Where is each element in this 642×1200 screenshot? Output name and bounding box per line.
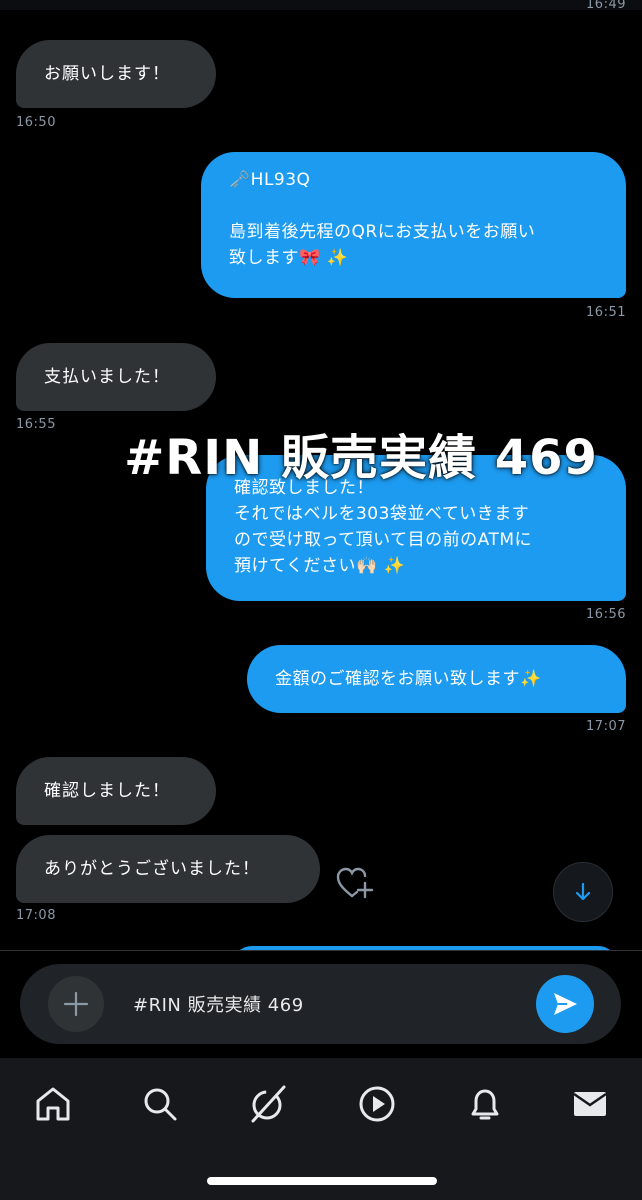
add-media-button[interactable] [48, 976, 104, 1032]
message-line: ので受け取って頂いて目の前のATMに [234, 527, 598, 553]
message-time: 17:08 [16, 908, 56, 923]
outgoing-message[interactable]: 金額のご確認をお願い致します✨ [247, 645, 626, 713]
grok-icon [251, 1085, 286, 1123]
message-text: 支払いました！ [44, 367, 170, 387]
scroll-to-bottom-button[interactable] [553, 862, 613, 922]
incoming-message[interactable]: お願いします！ [16, 40, 216, 108]
message-input[interactable]: #RIN 販売実績 469 [133, 991, 304, 1017]
message-text: お願いします！ [44, 64, 170, 84]
message-line: それではベルを303袋並べていきます [234, 501, 598, 527]
send-button[interactable] [536, 975, 594, 1033]
outgoing-message[interactable]: 🗝️HL93Q 島到着後先程のQRにお支払いをお願い 致します🎀 ✨ [201, 152, 626, 298]
incoming-message[interactable]: 確認しました！ [16, 757, 216, 825]
sparkles-icon: ✨ [520, 669, 542, 689]
tab-home[interactable] [31, 1082, 75, 1126]
message-text: 確認しました！ [44, 781, 170, 801]
key-icon: 🗝️ [229, 170, 251, 190]
tab-messages[interactable] [568, 1082, 612, 1126]
message-line: 致します🎀 ✨ [229, 245, 598, 271]
top-divider [0, 0, 642, 10]
message-time: 16:51 [586, 305, 626, 320]
arrow-down-icon [575, 882, 591, 901]
overlay-caption: #RIN 販売実績 469 [124, 430, 598, 486]
message-time-prev: 16:49 [586, 0, 626, 12]
message-text: 致します [229, 248, 299, 268]
tab-notifications[interactable] [463, 1082, 507, 1126]
tab-grok[interactable] [246, 1082, 290, 1126]
message-time: 16:50 [16, 115, 56, 130]
bell-icon [471, 1089, 499, 1120]
send-icon [554, 993, 577, 1015]
play-icon [359, 1086, 395, 1122]
message-text: ありがとうございました！ [44, 859, 260, 879]
home-indicator [207, 1177, 437, 1185]
message-text: 預けてください [234, 556, 356, 576]
message-line: 島到着後先程のQRにお支払いをお願い [229, 219, 598, 245]
message-text: HL93Q [250, 170, 311, 190]
message-line: 預けてください🙌🏻 ✨ [234, 553, 598, 579]
message-time: 16:56 [586, 607, 626, 622]
message-composer: #RIN 販売実績 469 [20, 964, 621, 1044]
mail-icon [573, 1092, 607, 1116]
home-icon [36, 1087, 70, 1121]
tab-search[interactable] [138, 1082, 182, 1126]
plus-icon [63, 991, 89, 1017]
message-time: 17:07 [586, 719, 626, 734]
heart-plus-icon[interactable] [335, 865, 375, 901]
message-line: 🗝️HL93Q [229, 167, 598, 193]
message-text: それではベルを303袋並べていきます [234, 504, 530, 524]
bottom-tab-bar [0, 1058, 642, 1200]
search-icon [144, 1088, 177, 1121]
message-text: ので受け取って頂いて目の前のATMに [234, 530, 533, 550]
incoming-message[interactable]: ありがとうございました！ [16, 835, 320, 903]
raised-hands-sparkles-icon: 🙌🏻 ✨ [356, 556, 406, 576]
ribbon-sparkles-icon: 🎀 ✨ [299, 248, 349, 268]
incoming-message[interactable]: 支払いました！ [16, 343, 216, 411]
message-text: 金額のご確認をお願い致します [275, 669, 520, 689]
message-text: 島到着後先程のQRにお支払いをお願い [229, 222, 536, 242]
tab-video[interactable] [355, 1082, 399, 1126]
